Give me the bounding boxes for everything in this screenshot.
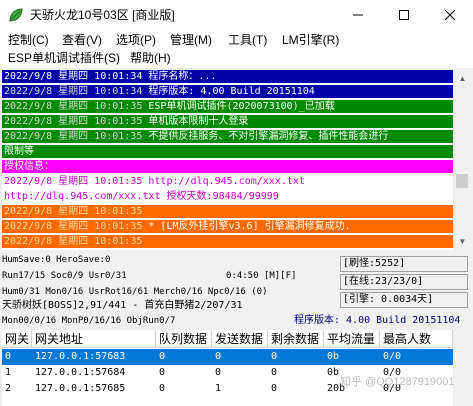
stat-mon-line: Mon00/0/16 MonP0/16/16 ObjRun0/7 <box>2 316 176 326</box>
log-timestamp: 2022/9/8 星期四 10:01:35 <box>4 236 143 247</box>
table-cell: 0 <box>271 351 278 362</box>
log-timestamp: 2022/9/8 星期四 10:01:35 <box>4 131 143 142</box>
log-text: http://dlq.945.com/xxx.txt 授权天数:98484/99… <box>4 191 279 202</box>
log-text: http://dlq.945.com/xxx.txt <box>142 176 305 187</box>
table-cell: 0 <box>5 351 12 362</box>
table-cell: 0/0 <box>383 351 402 362</box>
column-header-max-users[interactable]: 最高人数 <box>380 330 453 348</box>
title-bar[interactable]: 天骄火龙10号03区 [商业版] <box>0 0 473 30</box>
log-text: 不提供反挂服务、不对引擎漏洞修复、插件性能会进行 <box>142 131 389 142</box>
gateway-table: 网关 网关地址 队列数据 发送数据 剩余数据 平均流量 最高人数 0 127.0.… <box>2 330 453 406</box>
table-cell: 0 <box>159 351 166 362</box>
stat-timer: 0:4:50 [M][F] <box>226 271 297 281</box>
table-cell: 0 <box>215 367 222 378</box>
log-line: 2022/9/8 星期四 10:01:35 单机版本限制十人登录 <box>2 115 453 128</box>
table-cell: 1 <box>215 383 222 394</box>
engine-uptime-box: [引擎: 0.0034天] <box>340 292 468 308</box>
stat-run-line: Run17/15 Soc0/9 Usr0/31 <box>2 271 127 281</box>
table-cell: 0b <box>327 351 340 362</box>
scroll-up-icon[interactable]: ▲ <box>454 70 471 87</box>
table-cell: 127.0.0.1:57685 <box>35 383 126 394</box>
log-line: 2022/9/8 星期四 10:01:34 程序名称：... <box>2 70 453 83</box>
log-scrollbar[interactable]: ▲ ▼ <box>453 70 470 250</box>
table-cell: 0 <box>159 367 166 378</box>
menu-view[interactable]: 查看(V) <box>62 32 102 49</box>
menu-control[interactable]: 控制(C) <box>8 32 49 49</box>
log-text: 授权信息： <box>4 161 54 172</box>
close-icon <box>445 10 455 20</box>
table-cell: 0 <box>271 383 278 394</box>
column-header-address[interactable]: 网关地址 <box>32 330 156 348</box>
log-line: 2022/9/8 星期四 10:01:35 不提供反挂服务、不对引擎漏洞修复、插… <box>2 130 453 143</box>
menu-esp-plugin[interactable]: ESP单机调试插件(S) <box>8 50 120 67</box>
column-header-sent[interactable]: 发送数据 <box>212 330 268 348</box>
log-timestamp: 2022/9/8 星期四 10:01:35 <box>4 206 143 217</box>
table-cell: 0 <box>215 351 222 362</box>
log-line: 2022/9/8 星期四 10:01:35 ESP单机调试插件(20200731… <box>2 100 453 113</box>
log-panel[interactable]: 2022/9/8 星期四 10:01:34 程序名称：... 2022/9/8 星… <box>2 70 453 250</box>
maximize-icon <box>399 10 409 20</box>
log-text: 单机版本限制十人登录 <box>142 116 249 127</box>
log-line: 授权信息： <box>2 160 453 173</box>
version-label: 程序版本: 4.00 Build 20151104 <box>294 315 461 326</box>
table-cell: 2 <box>5 383 12 394</box>
log-timestamp: 2022/9/8 星期四 10:01:35 <box>4 116 143 127</box>
leaf-app-icon <box>9 8 23 22</box>
log-line: 2022/9/8 星期四 10:01:35 <box>2 205 453 218</box>
table-cell: 0 <box>159 383 166 394</box>
log-timestamp: 2022/9/8 星期四 10:01:34 <box>4 86 143 97</box>
close-button[interactable] <box>427 0 473 30</box>
column-header-queue[interactable]: 队列数据 <box>156 330 212 348</box>
main-window: 天骄火龙10号03区 [商业版] 控制(C) 查看(V) 选项(P) 管理(M)… <box>0 0 473 406</box>
stat-boss-line: 天骄树妖[BOSS]2,91/441 - 首充白野猪2/207/31 <box>2 300 243 311</box>
table-cell: 1 <box>5 367 12 378</box>
column-header-avg-traffic[interactable]: 平均流量 <box>324 330 380 348</box>
menu-bar: 控制(C) 查看(V) 选项(P) 管理(M) 工具(T) LM引擎(R) ES… <box>0 30 473 68</box>
menu-lm-engine[interactable]: LM引擎(R) <box>282 32 339 49</box>
menu-options[interactable]: 选项(P) <box>116 32 156 49</box>
log-text: * [LM反外挂引擎v3.6] 引擎漏洞修复成功. <box>142 221 351 232</box>
table-row[interactable]: 0 127.0.0.1:57683 0 0 0 0b 0/0 <box>2 349 453 365</box>
maximize-button[interactable] <box>381 0 427 30</box>
column-header-gateway[interactable]: 网关 <box>2 330 32 348</box>
menu-help[interactable]: 帮助(H) <box>130 50 171 67</box>
table-cell: 127.0.0.1:57684 <box>35 367 126 378</box>
log-text: 限制等 <box>4 146 34 157</box>
menu-tools[interactable]: 工具(T) <box>228 32 267 49</box>
log-text: ESP单机调试插件(2020073100)_已加载 <box>142 101 335 112</box>
minimize-icon <box>353 14 363 16</box>
log-timestamp: 2022/9/8 星期四 10:01:35 <box>4 221 143 232</box>
stats-panel: HumSave:0 HeroSave:0 Run17/15 Soc0/9 Usr… <box>0 252 473 330</box>
watermark: 知乎 @QQ1287919001 <box>340 376 455 388</box>
menu-manage[interactable]: 管理(M) <box>170 32 212 49</box>
spawn-count-box: [刷怪:5252] <box>340 256 468 272</box>
table-cell: 0 <box>271 367 278 378</box>
stat-hum-line: Hum0/31 Mon0/16 UsrRot16/61 Merch0/16 Np… <box>2 287 268 297</box>
log-line: 2022/9/8 星期四 10:01:35 * [LM反外挂引擎v3.6] 引擎… <box>2 220 453 233</box>
stat-save-line: HumSave:0 HeroSave:0 <box>2 255 111 265</box>
log-text: 2022/9/8 星期四 10:01:34 程序名称：... <box>4 71 217 82</box>
table-cell: 127.0.0.1:57683 <box>35 351 126 362</box>
log-line: 2022/9/8 星期四 10:01:35 <box>2 235 453 248</box>
window-title: 天骄火龙10号03区 [商业版] <box>30 8 175 22</box>
log-timestamp: 2022/9/8 星期四 10:01:35 <box>4 176 143 187</box>
online-count-box: [在线:23/23/0] <box>340 274 468 290</box>
column-header-remaining[interactable]: 剩余数据 <box>268 330 324 348</box>
log-text: 程序版本: 4.00 Build 20151104 <box>142 86 315 97</box>
log-line: http://dlq.945.com/xxx.txt 授权天数:98484/99… <box>2 190 279 203</box>
log-line: 限制等 <box>2 145 453 158</box>
scroll-down-icon[interactable]: ▼ <box>454 233 471 250</box>
table-scrollbar[interactable] <box>453 330 470 406</box>
log-timestamp: 2022/9/8 星期四 10:01:35 <box>4 101 143 112</box>
log-line: 2022/9/8 星期四 10:01:35 http://dlq.945.com… <box>2 175 305 188</box>
log-scroll-thumb[interactable] <box>456 174 468 188</box>
minimize-button[interactable] <box>335 0 381 30</box>
log-line: 2022/9/8 星期四 10:01:34 程序版本: 4.00 Build 2… <box>2 85 453 98</box>
